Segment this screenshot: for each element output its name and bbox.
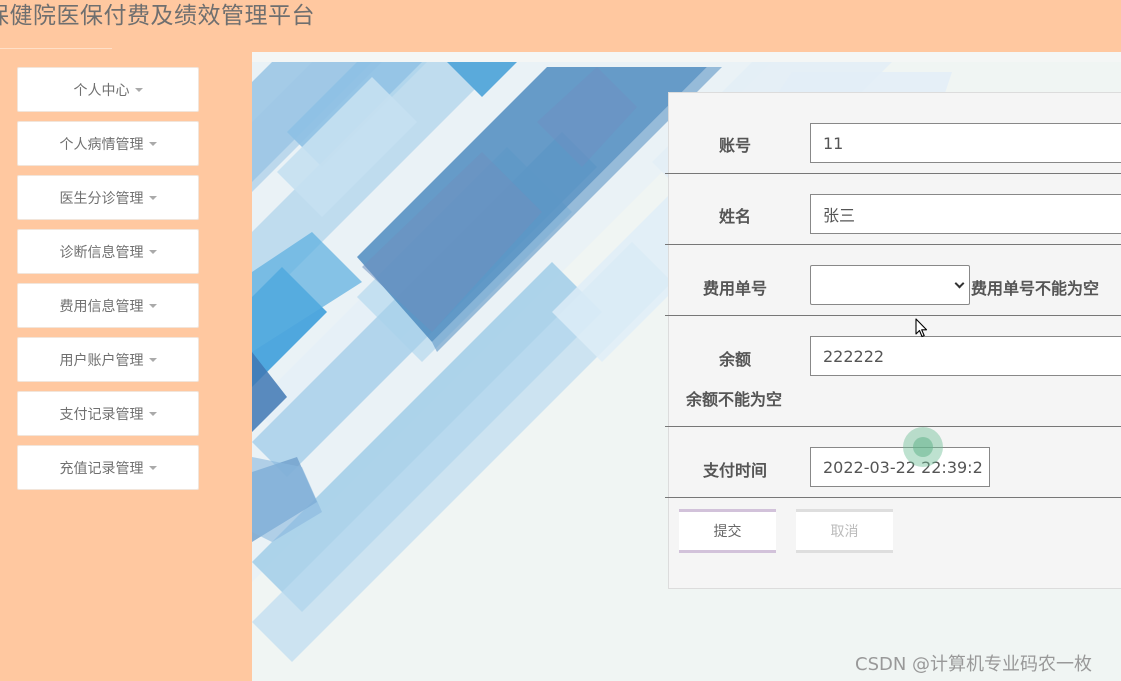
- pay-time-field[interactable]: [810, 447, 990, 487]
- sidebar-item-fee-info[interactable]: 费用信息管理: [17, 283, 199, 328]
- click-indicator: [903, 427, 943, 467]
- mouse-cursor-icon: [915, 318, 928, 338]
- sidebar-item-label: 支付记录管理: [59, 406, 144, 423]
- sidebar-item-label: 诊断信息管理: [59, 244, 144, 261]
- content-top-strip: [252, 52, 1121, 62]
- caret-down-icon: [148, 249, 157, 254]
- form-row-name: 姓名: [665, 174, 1121, 245]
- sidebar-item-personal-center[interactable]: 个人中心: [17, 67, 199, 112]
- payment-form: 账号 姓名 费用单号 费用单号不能为空 余额 余额不能为空 支付时间 提交 取消: [665, 92, 1121, 589]
- fee-no-error: 费用单号不能为空: [971, 279, 1100, 298]
- form-row-pay-time: 支付时间: [665, 427, 1121, 498]
- name-label: 姓名: [718, 207, 751, 226]
- sidebar-item-user-account[interactable]: 用户账户管理: [17, 337, 199, 382]
- fee-no-label: 费用单号: [702, 279, 767, 298]
- caret-down-icon: [134, 87, 143, 92]
- caret-down-icon: [148, 465, 157, 470]
- caret-down-icon: [148, 357, 157, 362]
- account-field[interactable]: [810, 123, 1121, 163]
- form-row-balance: 余额 余额不能为空: [665, 316, 1121, 427]
- sidebar-item-label: 费用信息管理: [59, 298, 144, 315]
- account-label: 账号: [718, 136, 751, 155]
- sidebar-item-doctor-triage[interactable]: 医生分诊管理: [17, 175, 199, 220]
- caret-down-icon: [148, 411, 157, 416]
- chevron-down-icon: [954, 278, 965, 289]
- sidebar-item-recharge-records[interactable]: 充值记录管理: [17, 445, 199, 490]
- title-divider: [0, 48, 112, 49]
- main-content: 账号 姓名 费用单号 费用单号不能为空 余额 余额不能为空 支付时间 提交 取消: [252, 52, 1121, 681]
- pay-time-label: 支付时间: [702, 461, 767, 480]
- sidebar-item-label: 用户账户管理: [59, 352, 144, 369]
- sidebar-item-payment-records[interactable]: 支付记录管理: [17, 391, 199, 436]
- sidebar: 个人中心 个人病情管理 医生分诊管理 诊断信息管理 费用信息管理 用户账户管理 …: [0, 52, 252, 681]
- sidebar-item-diagnosis-info[interactable]: 诊断信息管理: [17, 229, 199, 274]
- sidebar-item-label: 个人病情管理: [59, 136, 144, 153]
- form-row-account: 账号: [665, 93, 1121, 174]
- sidebar-item-label: 充值记录管理: [59, 460, 144, 477]
- watermark: CSDN @计算机专业码农一枚: [855, 654, 1093, 675]
- sidebar-item-label: 医生分诊管理: [59, 190, 144, 207]
- form-row-fee-no: 费用单号 费用单号不能为空: [665, 245, 1121, 316]
- app-title: 保健院医保付费及绩效管理平台: [0, 3, 315, 29]
- caret-down-icon: [148, 141, 157, 146]
- caret-down-icon: [148, 303, 157, 308]
- fee-no-select[interactable]: [810, 265, 970, 305]
- sidebar-item-label: 个人中心: [73, 82, 130, 99]
- click-indicator-core: [913, 437, 933, 457]
- balance-field[interactable]: [810, 336, 1121, 376]
- sidebar-item-personal-condition[interactable]: 个人病情管理: [17, 121, 199, 166]
- name-field[interactable]: [810, 194, 1121, 234]
- caret-down-icon: [148, 195, 157, 200]
- balance-label: 余额: [718, 350, 751, 369]
- cancel-button[interactable]: 取消: [796, 509, 893, 553]
- submit-button[interactable]: 提交: [679, 509, 776, 553]
- header: 保健院医保付费及绩效管理平台: [0, 0, 1121, 52]
- balance-error: 余额不能为空: [686, 390, 783, 409]
